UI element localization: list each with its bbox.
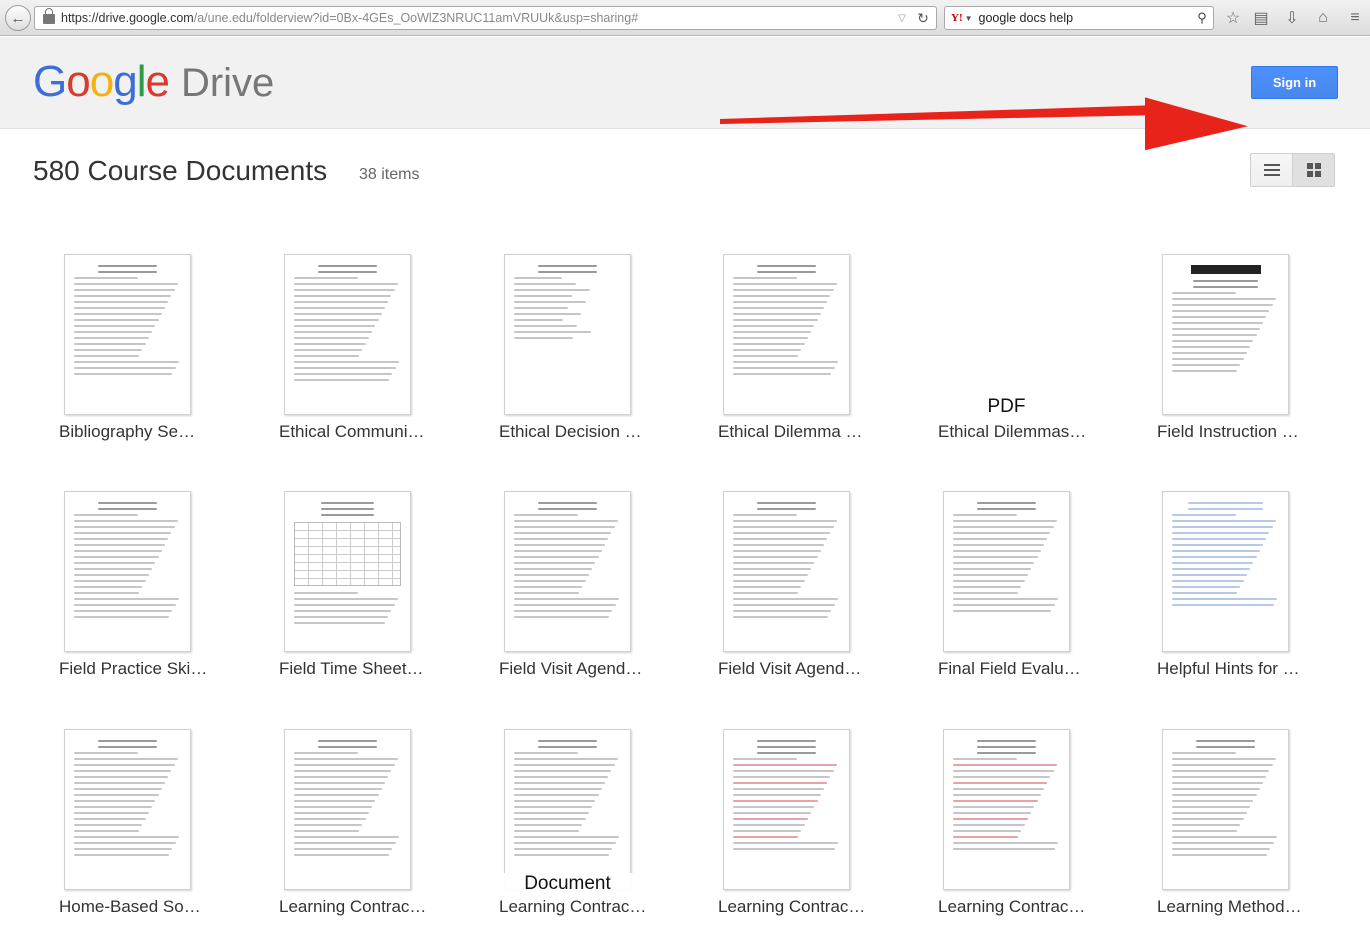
file-name[interactable]: Ethical Dilemmas… [938, 422, 1138, 442]
file-thumbnail[interactable] [504, 491, 631, 652]
file-type-label: Document [499, 873, 636, 895]
file-thumbnail[interactable] [64, 729, 191, 890]
file-thumbnail[interactable] [284, 254, 411, 415]
file-tile[interactable]: Learning Method… [1157, 729, 1357, 929]
file-name[interactable]: Ethical Communi… [279, 422, 479, 442]
file-thumbnail[interactable] [1162, 729, 1289, 890]
sign-in-button[interactable]: Sign in [1251, 66, 1338, 99]
file-tile[interactable]: Learning Contrac… [718, 729, 918, 929]
file-name[interactable]: Learning Method… [1157, 897, 1357, 917]
file-thumbnail[interactable] [723, 254, 850, 415]
grid-view-icon [1306, 163, 1321, 177]
url-host: https://drive.google.com [61, 11, 194, 25]
file-tile[interactable]: Home-Based So… [59, 729, 259, 929]
view-toggle [1250, 153, 1335, 187]
menu-icon[interactable]: ≡ [1344, 7, 1366, 29]
reading-list-icon[interactable]: ▤ [1250, 7, 1272, 29]
file-tile[interactable]: Field Time Sheet… [279, 491, 479, 691]
redaction-block [1190, 265, 1261, 274]
file-tile[interactable]: Bibliography Se… [59, 254, 259, 454]
file-name[interactable]: Field Time Sheet… [279, 659, 479, 679]
arrow-shaft [720, 105, 1160, 124]
file-name[interactable]: Field Practice Ski… [59, 659, 259, 679]
file-name[interactable]: Learning Contrac… [499, 897, 699, 917]
search-engine-logo[interactable]: Y! [951, 12, 963, 24]
file-name[interactable]: Final Field Evalu… [938, 659, 1138, 679]
file-thumbnail[interactable] [723, 491, 850, 652]
file-tile[interactable]: Learning Contrac… [938, 729, 1138, 929]
back-icon[interactable]: ← [5, 5, 31, 31]
file-name[interactable]: Learning Contrac… [718, 897, 918, 917]
search-engine-dropdown-icon[interactable]: ▼ [965, 14, 973, 23]
file-tile[interactable]: Field Visit Agend… [499, 491, 699, 691]
address-bar[interactable]: https://drive.google.com/a/une.edu/folde… [34, 6, 937, 30]
file-thumbnail[interactable] [64, 491, 191, 652]
file-tile[interactable]: Field Visit Agend… [718, 491, 918, 691]
logo-letter: G [33, 57, 67, 106]
lock-icon [43, 8, 55, 24]
logo-product-name: Drive [180, 61, 275, 105]
file-tile[interactable]: Learning Contrac… [279, 729, 479, 929]
file-tile[interactable]: Final Field Evalu… [938, 491, 1138, 691]
folder-title: 580 Course Documents [33, 155, 328, 186]
url-path: /a/une.edu/folderview?id=0Bx-4GEs_OoWlZ3… [193, 11, 639, 25]
red-arrow-annotation [720, 97, 1248, 151]
file-thumbnail[interactable] [943, 254, 1070, 415]
drive-header: Google Drive Sign in [0, 37, 1370, 151]
logo-letter: g [113, 57, 138, 106]
browser-toolbar: ← https://drive.google.com/a/une.edu/fol… [0, 0, 1370, 36]
file-tile[interactable]: Field Practice Ski… [59, 491, 259, 691]
file-name[interactable]: Home-Based So… [59, 897, 259, 917]
file-name[interactable]: Learning Contrac… [938, 897, 1138, 917]
file-name[interactable]: Learning Contrac… [279, 897, 479, 917]
file-tile[interactable]: Document Learning Contrac… [499, 729, 699, 929]
file-tile[interactable]: Ethical Communi… [279, 254, 479, 454]
browser-search-input[interactable]: google docs help [979, 11, 1191, 25]
bookmark-star-icon[interactable]: ☆ [1222, 7, 1244, 29]
google-drive-logo[interactable]: Google Drive [33, 57, 274, 107]
logo-letter: o [66, 57, 91, 106]
logo-letter: e [145, 57, 170, 106]
list-view-icon [1263, 164, 1280, 176]
list-view-button[interactable] [1251, 154, 1292, 186]
file-tile[interactable]: Field Instruction … [1157, 254, 1357, 454]
search-icon[interactable]: ⚲ [1191, 10, 1213, 26]
file-name[interactable]: Field Instruction … [1157, 422, 1357, 442]
downloads-icon[interactable]: ⇩ [1281, 7, 1303, 29]
file-thumbnail[interactable] [1162, 491, 1289, 652]
file-tile[interactable]: PDF Ethical Dilemmas… [938, 254, 1138, 454]
file-type-label: PDF [987, 396, 1026, 417]
file-tile[interactable]: Ethical Dilemma … [718, 254, 918, 454]
reload-icon[interactable]: ↻ [910, 10, 936, 27]
file-thumbnail[interactable] [284, 729, 411, 890]
file-name[interactable]: Bibliography Se… [59, 422, 259, 442]
address-url: https://drive.google.com/a/une.edu/folde… [61, 11, 894, 25]
file-name[interactable]: Field Visit Agend… [718, 659, 918, 679]
file-name[interactable]: Field Visit Agend… [499, 659, 699, 679]
file-thumbnail[interactable] [284, 491, 411, 652]
file-thumbnail[interactable] [504, 729, 631, 890]
grid-view-button[interactable] [1292, 154, 1334, 186]
home-icon[interactable]: ⌂ [1312, 7, 1334, 29]
file-tile[interactable]: Helpful Hints for … [1157, 491, 1357, 691]
file-thumbnail[interactable] [504, 254, 631, 415]
file-thumbnail[interactable] [723, 729, 850, 890]
file-name[interactable]: Ethical Dilemma … [718, 422, 918, 442]
history-dropdown-icon[interactable]: ▽ [894, 13, 910, 24]
table-preview [294, 522, 401, 586]
file-name[interactable]: Helpful Hints for … [1157, 659, 1357, 679]
file-name[interactable]: Ethical Decision … [499, 422, 699, 442]
file-thumbnail[interactable] [1162, 254, 1289, 415]
item-count: 38 items [359, 166, 420, 183]
file-thumbnail[interactable] [943, 729, 1070, 890]
logo-letter: o [89, 57, 115, 106]
browser-search-box[interactable]: Y! ▼ google docs help ⚲ [944, 6, 1214, 30]
file-thumbnail[interactable] [64, 254, 191, 415]
arrow-head [1145, 97, 1248, 151]
file-thumbnail[interactable] [943, 491, 1070, 652]
file-tile[interactable]: Ethical Decision … [499, 254, 699, 454]
